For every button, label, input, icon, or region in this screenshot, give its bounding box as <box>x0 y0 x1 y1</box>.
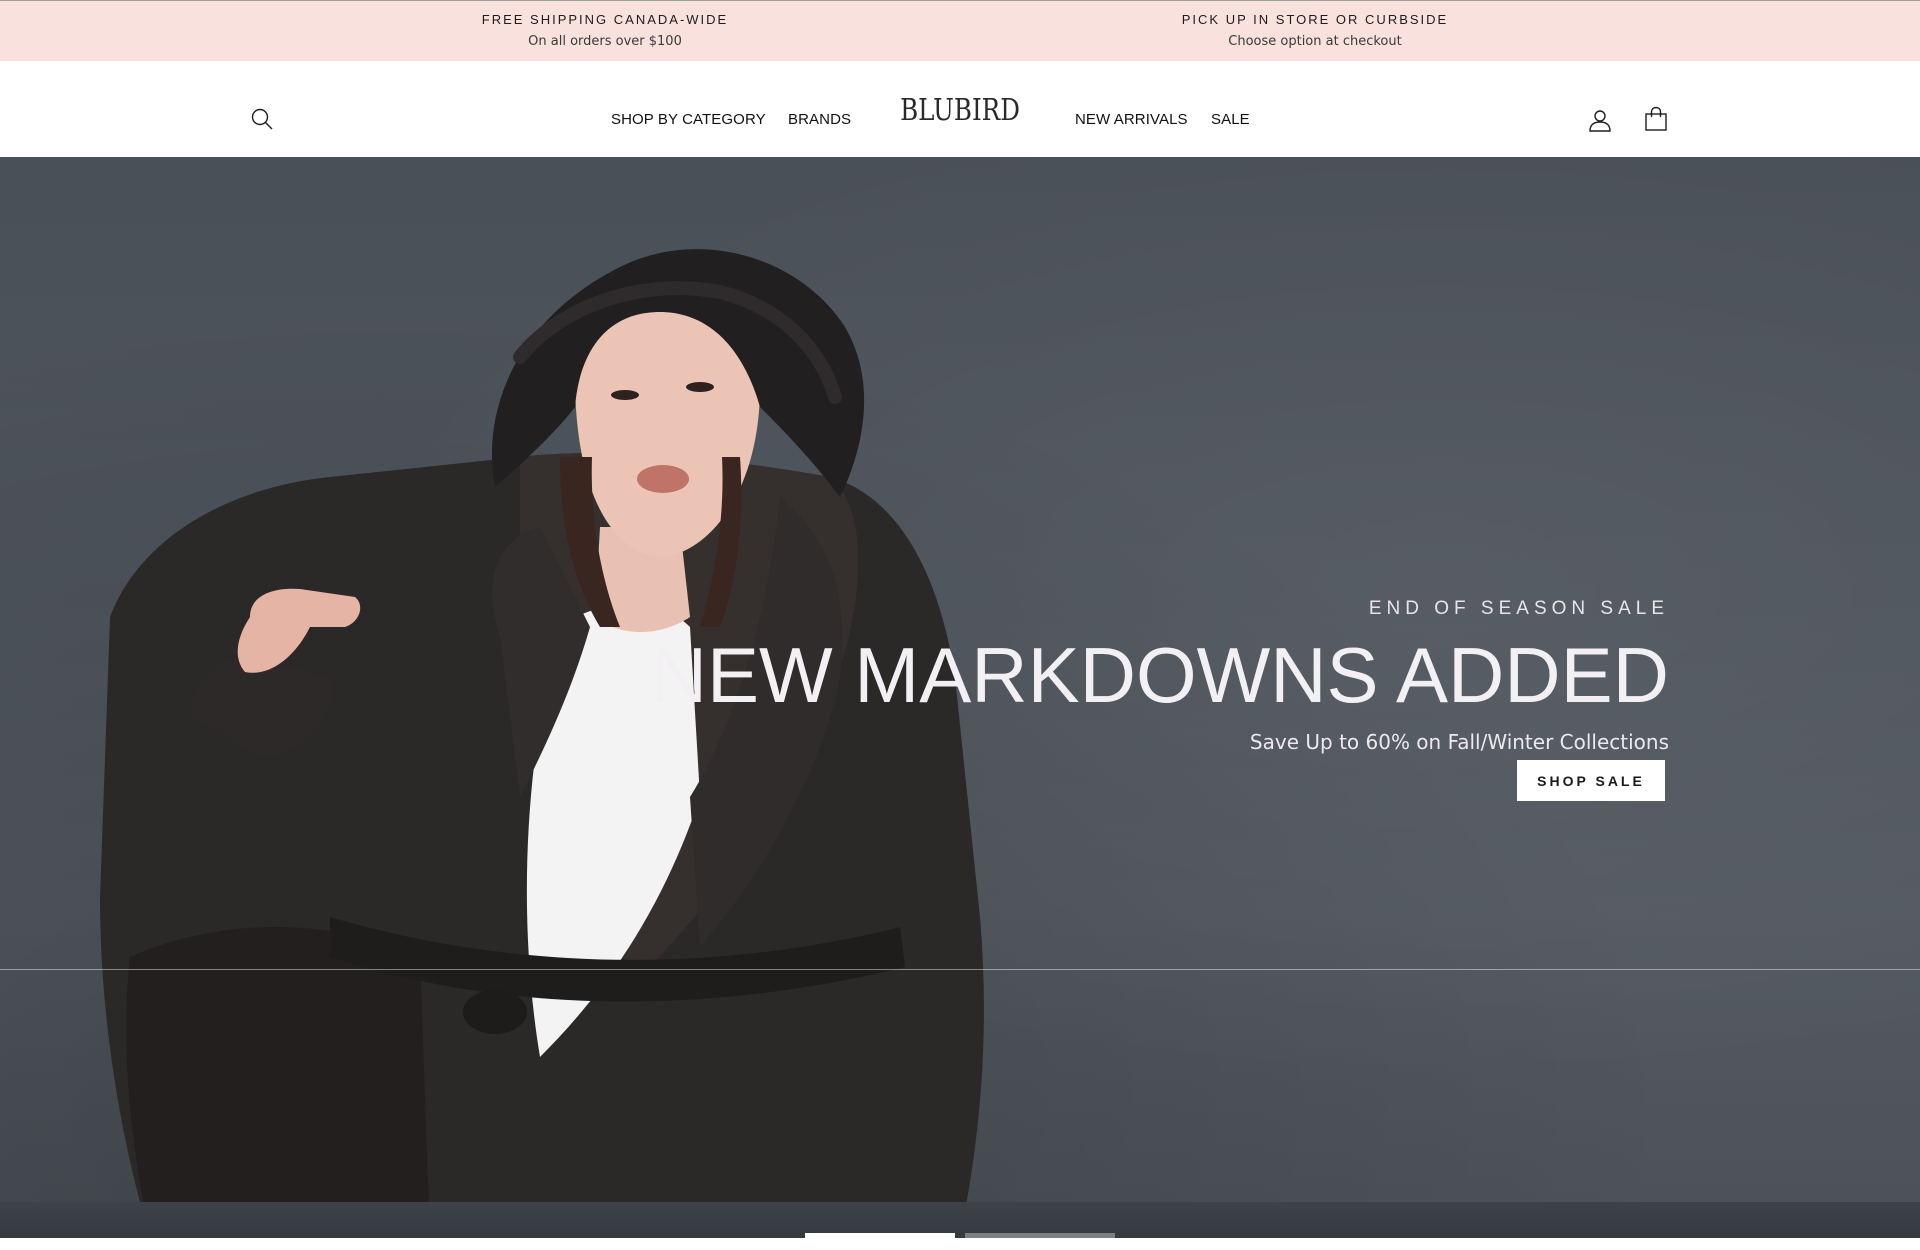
site-logo[interactable]: BLUBIRD <box>894 91 1025 131</box>
slide-indicator-2[interactable] <box>965 1233 1115 1238</box>
nav-brands[interactable]: BRANDS <box>788 111 851 129</box>
shopping-bag-icon[interactable] <box>1644 106 1668 137</box>
nav-shop-by-category[interactable]: SHOP BY CATEGORY <box>611 111 766 129</box>
search-icon[interactable] <box>250 107 274 136</box>
slide-indicator-1[interactable] <box>805 1233 955 1238</box>
hero-banner[interactable]: END OF SEASON SALE NEW MARKDOWNS ADDED S… <box>0 157 1920 1238</box>
shop-sale-button[interactable]: SHOP SALE <box>1517 760 1665 801</box>
hero-eyebrow: END OF SEASON SALE <box>1368 598 1669 619</box>
announcement-pickup-subtitle: Choose option at checkout <box>1228 34 1402 49</box>
user-icon[interactable] <box>1588 108 1612 137</box>
announcement-shipping-subtitle: On all orders over $100 <box>528 34 682 49</box>
hero-heading: NEW MARKDOWNS ADDED <box>650 631 1669 719</box>
site-header: SHOP BY CATEGORY BRANDS BLUBIRD NEW ARRI… <box>0 61 1920 157</box>
hero-divider-line <box>0 969 1920 970</box>
announcement-pickup-title: PICK UP IN STORE OR CURBSIDE <box>1181 12 1449 27</box>
announcement-shipping-title: FREE SHIPPING CANADA-WIDE <box>481 12 729 27</box>
hero-floor <box>0 1202 1920 1238</box>
hero-subheading: Save Up to 60% on Fall/Winter Collection… <box>1249 730 1669 754</box>
announcement-pickup[interactable]: PICK UP IN STORE OR CURBSIDE Choose opti… <box>1065 11 1565 52</box>
nav-new-arrivals[interactable]: NEW ARRIVALS <box>1075 111 1188 129</box>
announcement-bar: FREE SHIPPING CANADA-WIDE On all orders … <box>0 0 1920 61</box>
hero-text-block: END OF SEASON SALE NEW MARKDOWNS ADDED S… <box>569 597 1669 755</box>
announcement-shipping[interactable]: FREE SHIPPING CANADA-WIDE On all orders … <box>355 11 855 52</box>
nav-sale[interactable]: SALE <box>1211 111 1250 129</box>
